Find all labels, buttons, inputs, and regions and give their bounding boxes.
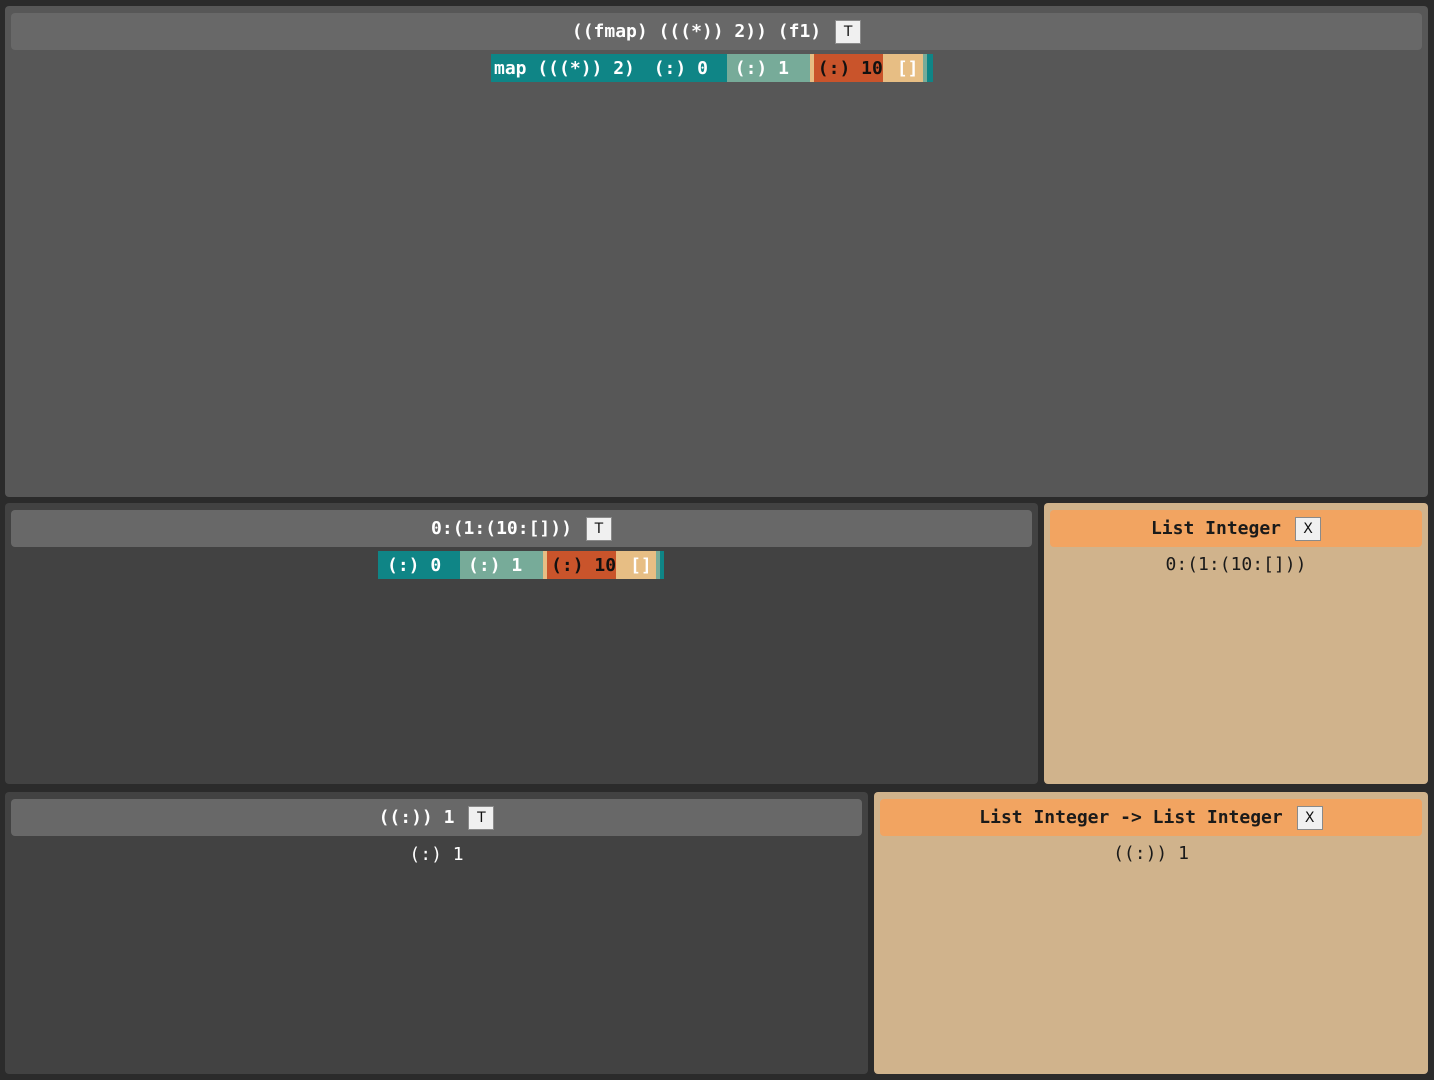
expr-nil-label: []: [896, 57, 919, 79]
expr-node-cons-0[interactable]: (:) 0 (:) 1 (:) 10 []: [645, 54, 927, 82]
value-panel: 0:(1:(10:[])) T (:) 0 (:) 1 (:) 10 []: [5, 503, 1038, 784]
close-button[interactable]: X: [1295, 516, 1322, 541]
value-nil-label: []: [630, 554, 652, 576]
function-type-panel: List Integer -> List Integer X ((:)) 1: [874, 792, 1428, 1074]
toggle-button[interactable]: T: [468, 805, 495, 830]
type-panel-titlebar: List Integer X: [1050, 510, 1422, 547]
value-node-nil[interactable]: []: [616, 551, 660, 579]
expr-map-label: map (((*)) 2): [494, 57, 646, 79]
expr-cons-10-label: (:) 10: [817, 57, 883, 79]
close-button[interactable]: X: [1296, 805, 1323, 830]
expr-node-cons-10[interactable]: (:) 10 []: [809, 54, 927, 82]
function-panel-value: (:) 1: [409, 844, 464, 865]
expr-cons-1-label: (:) 1: [734, 57, 800, 79]
top-panel-titlebar: ((fmap) (((*)) 2)) (f1) T: [11, 13, 1422, 50]
value-node-cons-10[interactable]: (:) 10 []: [543, 551, 660, 579]
value-cons-10-label: (:) 10: [551, 554, 617, 576]
toggle-button[interactable]: T: [585, 516, 612, 541]
top-panel: ((fmap) (((*)) 2)) (f1) T map (((*)) 2) …: [5, 6, 1428, 497]
value-cons-0-label: (:) 0: [387, 554, 453, 576]
value-cons-1-label: (:) 1: [468, 554, 534, 576]
function-type-panel-title: List Integer -> List Integer: [979, 807, 1283, 828]
expression-tree: map (((*)) 2) (:) 0 (:) 1 (:) 10 []: [491, 54, 933, 82]
top-panel-title: ((fmap) (((*)) 2)) (f1): [571, 21, 822, 42]
type-panel-value: 0:(1:(10:[])): [1165, 554, 1307, 575]
value-panel-titlebar: 0:(1:(10:[])) T: [11, 510, 1032, 547]
value-node-cons-0[interactable]: (:) 0 (:) 1 (:) 10 []: [378, 551, 660, 579]
toggle-button[interactable]: T: [835, 19, 862, 44]
expr-node-nil[interactable]: []: [882, 54, 927, 82]
function-panel-title: ((:)) 1: [378, 807, 455, 828]
expr-node-map[interactable]: map (((*)) 2) (:) 0 (:) 1 (:) 10 []: [491, 54, 927, 82]
expr-cons-0-label: (:) 0: [653, 57, 719, 79]
value-panel-title: 0:(1:(10:[])): [431, 518, 572, 539]
value-tail: [659, 551, 664, 579]
value-expression-tree: (:) 0 (:) 1 (:) 10 []: [378, 551, 664, 579]
function-panel: ((:)) 1 T (:) 1: [5, 792, 868, 1074]
function-panel-titlebar: ((:)) 1 T: [11, 799, 862, 836]
type-panel: List Integer X 0:(1:(10:[])): [1044, 503, 1428, 784]
expr-node-cons-1[interactable]: (:) 1 (:) 10 []: [726, 54, 927, 82]
function-type-panel-titlebar: List Integer -> List Integer X: [880, 799, 1422, 836]
type-panel-title: List Integer: [1150, 518, 1282, 539]
expr-tail: [926, 54, 933, 82]
value-node-cons-1[interactable]: (:) 1 (:) 10 []: [460, 551, 660, 579]
function-type-panel-value: ((:)) 1: [1113, 843, 1189, 864]
